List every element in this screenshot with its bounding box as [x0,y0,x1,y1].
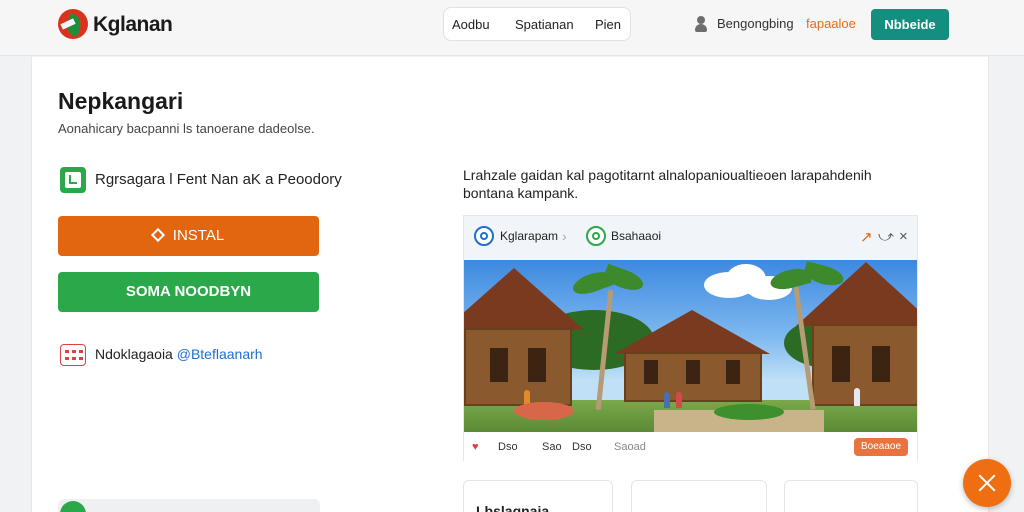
preview-crumb-2[interactable]: Bsahaaoi [611,229,661,243]
preview-footer: ♥ Dso Sao Dso Saoad Boeaaoe [464,432,917,462]
preview-toolbar: Kglarapam › Bsahaaoi ↗ ⤻ × [464,216,917,260]
preview-window: Kglarapam › Bsahaaoi ↗ ⤻ × ♥ Dso Sao Dso… [463,215,918,462]
user-icon [694,16,708,32]
page-subtitle: Aonahicary bacpanni ls tanoerane dadeols… [58,121,315,136]
chevron-right-icon: › [562,228,567,244]
preview-footer-item-4[interactable]: Saoad [614,441,646,453]
secondary-button[interactable]: SOMA NOODBYN [58,272,319,312]
contact-handle-link[interactable]: @Bteflaanarh [177,346,263,362]
feature-text: Rgrsagara l Fent Nan aK a Peoodory [95,171,342,188]
close-icon[interactable]: × [899,228,908,245]
top-header: Kglanan Aodbu Spatianan Pien Bengongbing… [0,0,1024,56]
contact-line: Ndoklagaoia @Bteflaanarh [95,346,263,362]
header-orange-link[interactable]: fapaaloe [806,16,856,31]
install-button[interactable]: INSTAL [58,216,319,256]
preview-action-button[interactable]: Boeaaoe [854,438,908,456]
info-card-3[interactable] [784,480,918,512]
floating-close-button[interactable] [963,459,1011,507]
preview-crumb-1[interactable]: Kglarapam [500,229,558,243]
header-cta-button[interactable]: Nbbeide [871,9,949,40]
expand-icon[interactable]: ↗ [860,228,873,246]
preview-footer-item-1[interactable]: Dso [498,441,518,453]
install-button-label: INSTAL [172,227,225,244]
location-icon [474,226,494,246]
redo-icon[interactable]: ⤻ [878,228,894,245]
nav-item-3[interactable]: Pien [595,17,621,32]
heart-icon[interactable]: ♥ [472,441,479,453]
signin-link[interactable]: Bengongbing [717,16,794,31]
contact-label: Ndoklagaoia [95,346,173,362]
brand-logo-icon[interactable] [58,9,88,39]
diamond-icon [150,227,165,243]
main-nav: Aodbu Spatianan Pien [443,7,631,41]
download-icon [60,167,86,193]
village-photo [464,260,917,432]
nav-item-2[interactable]: Spatianan [515,17,574,32]
nav-item-1[interactable]: Aodbu [452,17,490,32]
bottom-left-item[interactable] [58,499,320,512]
info-card-1-title: Lbslagnaia [476,503,550,512]
check-circle-icon [586,226,606,246]
info-card-1[interactable]: Lbslagnaia [463,480,613,512]
description-text: Lrahzale gaidan kal pagotitarnt alnalopa… [463,167,872,201]
page-title: Nepkangari [58,88,184,114]
brand-name[interactable]: Kglanan [93,13,173,37]
calendar-icon [60,344,86,366]
preview-footer-item-2[interactable]: Sao [542,441,562,453]
info-card-2[interactable] [631,480,767,512]
preview-footer-item-3[interactable]: Dso [572,441,592,453]
green-dot-icon [60,501,86,512]
